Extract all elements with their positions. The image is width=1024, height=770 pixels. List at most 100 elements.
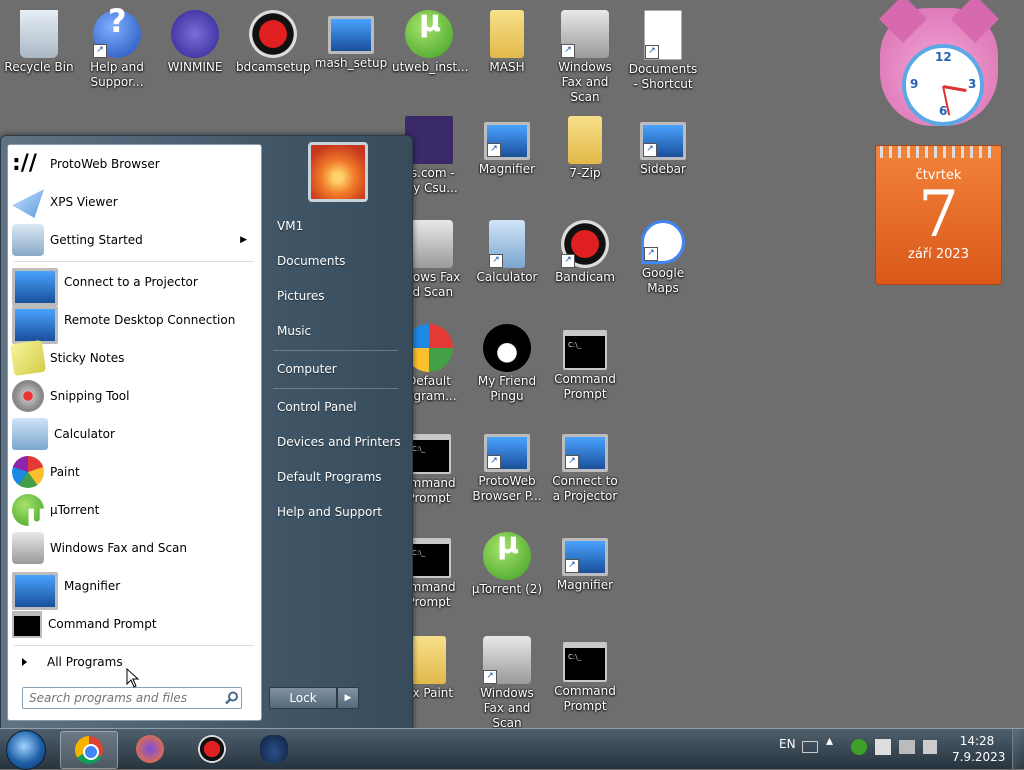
sticky-notes-icon	[9, 339, 47, 377]
fax-icon: ↗	[483, 636, 531, 684]
show-desktop-button[interactable]	[1012, 729, 1024, 769]
link-computer[interactable]: Computer	[277, 362, 337, 376]
link-pictures[interactable]: Pictures	[277, 289, 325, 303]
desktop-icon-utweb[interactable]: utweb_inst...	[390, 6, 468, 75]
start-item-utorrent[interactable]: µTorrent	[12, 493, 257, 533]
desktop-icon-bdcamsetup[interactable]: bdcamsetup	[234, 6, 312, 75]
desktop-icon-label: Calculator	[476, 270, 538, 284]
desktop-icon-7zip[interactable]: 7-Zip	[546, 112, 624, 181]
link-control-panel[interactable]: Control Panel	[277, 400, 357, 414]
start-item-snipping-tool[interactable]: Snipping Tool	[12, 379, 257, 413]
desktop-icon-fax-scan[interactable]: ↗ Windows Fax and Scan	[546, 6, 624, 105]
start-item-label: XPS Viewer	[50, 195, 118, 209]
snipping-tool-icon	[12, 380, 44, 412]
user-avatar[interactable]	[308, 142, 368, 202]
clock-number: 3	[968, 77, 977, 91]
start-item-paint[interactable]: Paint	[12, 455, 257, 489]
xps-viewer-icon	[12, 189, 44, 218]
link-help-support[interactable]: Help and Support	[277, 505, 382, 519]
start-menu: :// ProtoWeb Browser XPS Viewer Getting …	[0, 135, 413, 730]
minesweeper-icon	[171, 10, 219, 58]
shutdown-options-arrow-icon[interactable]: ▶	[337, 687, 359, 709]
start-item-projector[interactable]: Connect to a Projector	[12, 265, 257, 306]
taskbar-bandicam[interactable]	[184, 731, 240, 767]
desktop-icon-label: Sidebar	[640, 162, 686, 176]
desktop-icon-magnifier-2[interactable]: ↗ Magnifier	[546, 528, 624, 593]
desktop-icon-label: Command Prompt	[554, 372, 616, 401]
desktop-icon-magnifier[interactable]: ↗ Magnifier	[468, 112, 546, 177]
action-center-icon[interactable]	[875, 739, 891, 755]
taskbar-date[interactable]: 7.9.2023	[952, 750, 1005, 764]
shortcut-arrow-icon: ↗	[489, 254, 503, 268]
keyboard-icon[interactable]	[802, 741, 818, 753]
desktop-icon-google-maps[interactable]: ↗ Google Maps	[624, 216, 702, 296]
start-menu-links-pane: VM1 Documents Pictures Music Computer Co…	[263, 136, 411, 726]
taskbar-chrome[interactable]	[60, 731, 118, 769]
desktop-icon-winmine[interactable]: WINMINE	[156, 6, 234, 75]
installer-icon	[249, 10, 297, 58]
taskbar-firefox[interactable]	[122, 731, 178, 767]
desktop-icon-utorrent-2[interactable]: µTorrent (2)	[468, 528, 546, 597]
desktop-icon-protoweb[interactable]: ↗ ProtoWeb Browser P...	[468, 424, 546, 504]
link-documents[interactable]: Documents	[277, 254, 345, 268]
shortcut-arrow-icon: ↗	[561, 44, 575, 58]
network-icon[interactable]	[899, 740, 915, 754]
link-default-programs[interactable]: Default Programs	[277, 470, 382, 484]
link-music[interactable]: Music	[277, 324, 311, 338]
calendar-day-number: 7	[918, 178, 959, 252]
language-indicator[interactable]: EN	[779, 737, 796, 751]
start-item-xps-viewer[interactable]: XPS Viewer	[12, 185, 257, 219]
desktop-icon-label: Magnifier	[556, 578, 614, 592]
start-item-protoweb[interactable]: :// ProtoWeb Browser	[12, 147, 257, 181]
protoweb-icon: ://	[12, 151, 37, 176]
remote-desktop-icon	[12, 306, 58, 344]
clock-number: 9	[910, 77, 919, 91]
search-icon[interactable]	[224, 690, 240, 706]
desktop-icon-documents-shortcut[interactable]: ↗ Documents - Shortcut	[624, 6, 702, 92]
desktop-icon-mash[interactable]: MASH	[468, 6, 546, 75]
taskbar-app[interactable]	[246, 731, 302, 767]
taskbar: EN ▴ 14:28 7.9.2023	[0, 728, 1024, 770]
desktop-icon-calculator[interactable]: ↗ Calculator	[468, 216, 546, 285]
utorrent-tray-icon[interactable]	[851, 739, 867, 755]
volume-muted-icon[interactable]	[923, 740, 937, 754]
search-input[interactable]	[22, 687, 242, 709]
start-item-magnifier[interactable]: Magnifier	[12, 569, 257, 610]
lock-button[interactable]: Lock	[269, 687, 337, 709]
magnifier-icon: ↗	[484, 122, 530, 160]
desktop-icon-fax-scan-3[interactable]: ↗ Windows Fax and Scan	[468, 632, 546, 731]
taskbar-time[interactable]: 14:28	[952, 734, 1002, 748]
start-item-command-prompt[interactable]: Command Prompt	[12, 607, 257, 641]
start-button[interactable]	[6, 730, 46, 770]
cmd-icon	[563, 330, 607, 370]
desktop-icon-recycle-bin[interactable]: Recycle Bin	[0, 6, 78, 75]
calculator-icon: ↗	[489, 220, 525, 268]
link-devices-printers[interactable]: Devices and Printers	[277, 435, 401, 449]
tray-expand-icon[interactable]: ▴	[826, 733, 833, 749]
desktop-icon-label: Connect to a Projector	[552, 474, 618, 503]
utorrent-icon	[483, 532, 531, 580]
desktop-icon-cmd-c1[interactable]: Command Prompt	[546, 320, 624, 402]
link-user-folder[interactable]: VM1	[277, 219, 303, 233]
magnifier-icon: ↗	[562, 538, 608, 576]
calendar-gadget[interactable]: čtvrtek 7 září 2023	[875, 145, 1002, 285]
start-item-remote-desktop[interactable]: Remote Desktop Connection	[12, 303, 257, 344]
triangle-right-icon	[22, 658, 27, 666]
document-icon: ↗	[644, 10, 682, 60]
protoweb-icon: ↗	[484, 434, 530, 472]
desktop-icon-projector[interactable]: ↗ Connect to a Projector	[546, 424, 624, 504]
desktop-icon-mash-setup[interactable]: mash_setup	[312, 6, 390, 71]
start-item-calculator[interactable]: Calculator	[12, 417, 257, 451]
desktop-icon-cmd-c2[interactable]: Command Prompt	[546, 632, 624, 714]
desktop-icon-bandicam[interactable]: ↗ Bandicam	[546, 216, 624, 285]
start-item-sticky-notes[interactable]: Sticky Notes	[9, 339, 257, 377]
clock-gadget[interactable]: 12 3 6 9	[880, 8, 1000, 136]
desktop-icon-pingu[interactable]: My Friend Pingu	[468, 320, 546, 404]
recycle-bin-icon	[20, 10, 58, 58]
cmd-icon	[407, 538, 451, 578]
desktop-icon-help[interactable]: ↗ Help and Suppor...	[78, 6, 156, 90]
desktop-icon-sidebar[interactable]: ↗ Sidebar	[624, 112, 702, 177]
start-item-fax-scan[interactable]: Windows Fax and Scan	[12, 531, 257, 565]
shortcut-arrow-icon: ↗	[565, 559, 579, 573]
start-item-getting-started[interactable]: Getting Started ▶	[12, 223, 257, 257]
